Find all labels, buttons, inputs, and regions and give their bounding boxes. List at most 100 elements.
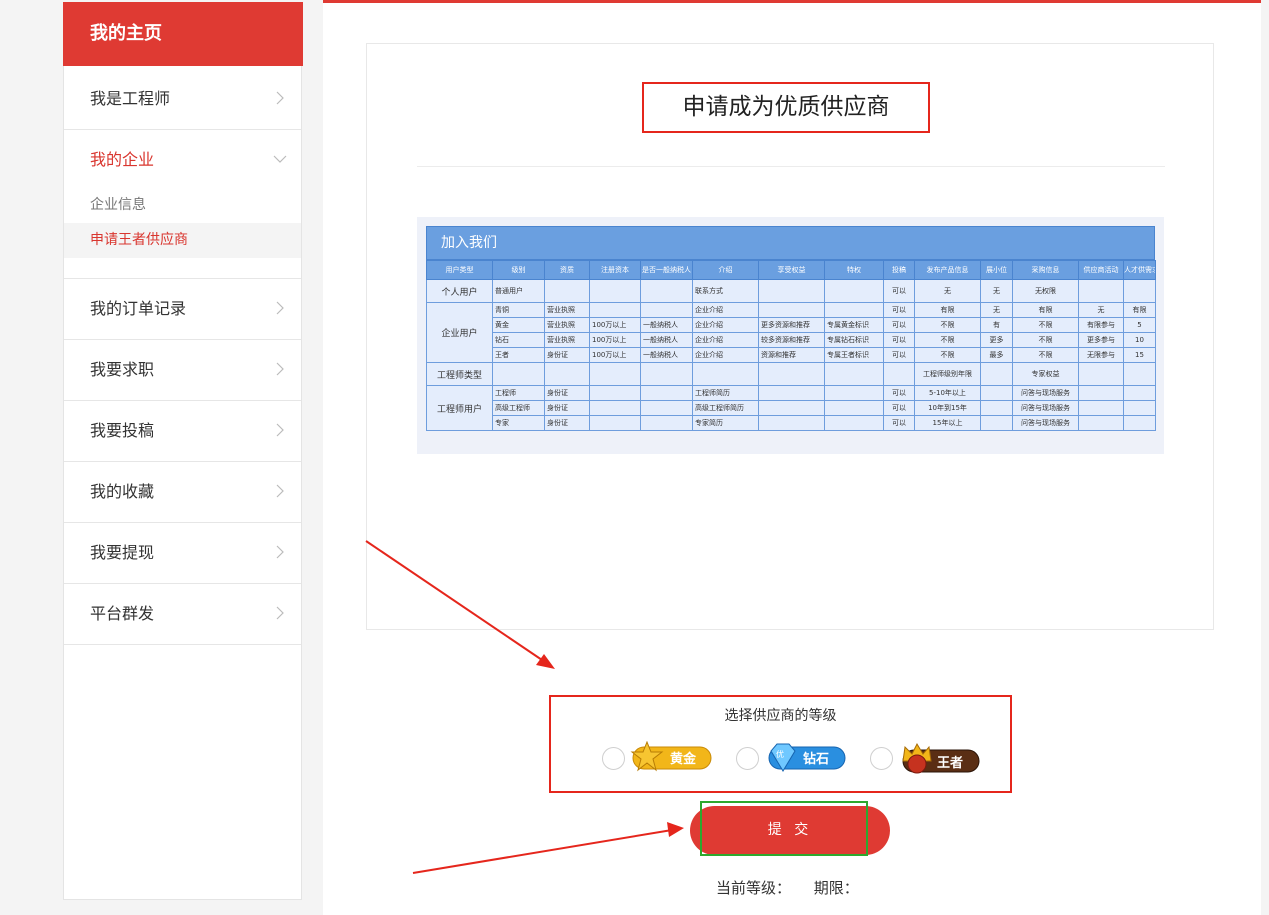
- table-cell: [640, 415, 693, 431]
- table-cell: [589, 400, 641, 416]
- sidebar-item-job-seek[interactable]: 我要求职: [64, 340, 301, 401]
- table-cell: 不限: [1012, 317, 1079, 333]
- level-gold-radio[interactable]: [602, 747, 625, 770]
- sidebar-item-label: 我要求职: [90, 360, 155, 379]
- table-cell: 专家: [492, 415, 545, 431]
- table-row: 钻石 营业执照 100万以上 一般纳税人 企业介绍 较多资源和推荐 专属钻石标识 可以 不限 更多…: [427, 332, 1156, 348]
- table-header-title: 加入我们: [426, 226, 1155, 260]
- table-cell: 5-10年以上: [914, 385, 981, 401]
- sidebar-item-engineer[interactable]: 我是工程师: [64, 69, 301, 130]
- join-us-table-image: 加入我们 用户类型 级别 资质 注册资本 是否一般纳税人 介绍 享受权益 特权 投稿 发布产品信息…: [417, 217, 1164, 454]
- gold-star-badge-icon[interactable]: 黄金: [629, 741, 713, 775]
- table-cell: [1078, 400, 1124, 416]
- table-col-header: 资质: [544, 260, 590, 280]
- table-cell: 有限: [914, 302, 981, 318]
- sidebar-subitem-company-info[interactable]: 企业信息: [64, 188, 301, 223]
- table-cell: 有: [980, 317, 1013, 333]
- sidebar-subitem-apply-king-supplier[interactable]: 申请王者供应商: [64, 223, 301, 258]
- sidebar-nav: 我的主页 我是工程师 我的企业 企业信息 申请王者供应商 我的订单记录 我要求职…: [63, 2, 303, 900]
- table-cell: 普通用户: [492, 279, 545, 303]
- period-label: 期限：: [813, 879, 859, 897]
- table-col-header: 采购信息: [1012, 260, 1079, 280]
- table-cell: 企业介绍: [692, 332, 759, 348]
- crown-badge-icon[interactable]: 王者: [897, 741, 981, 775]
- table-cell: 可以: [883, 279, 915, 303]
- level-selection-title: 选择供应商的等级: [724, 708, 837, 724]
- diamond-badge-icon[interactable]: 优 钻石: [763, 741, 847, 775]
- table-cell: [1123, 362, 1156, 386]
- table-cell: 最多: [980, 347, 1013, 363]
- title-divider: [417, 166, 1165, 167]
- table-cell: [758, 362, 825, 386]
- table-cell: 联系方式: [692, 279, 759, 303]
- table-cell: [758, 279, 825, 303]
- table-cell: 工程师简历: [692, 385, 759, 401]
- table-cell: [692, 362, 759, 386]
- table-cell: [824, 279, 884, 303]
- sidebar-item-withdraw[interactable]: 我要提现: [64, 523, 301, 584]
- table-cell: 黄金: [492, 317, 545, 333]
- table-cell: 身份证: [544, 385, 590, 401]
- table-cell: 更多: [980, 332, 1013, 348]
- table-row: 企业用户 青铜 营业执照 企业介绍 可以 有限无有限无有限: [426, 302, 1156, 363]
- table-row: 个人用户 普通用户 联系方式 可以无无无权限: [426, 279, 1156, 303]
- table-cell: [589, 385, 641, 401]
- table-cell: 无: [980, 279, 1013, 303]
- table-cell: [589, 362, 641, 386]
- table-cell: [883, 362, 915, 386]
- chevron-right-icon: [276, 545, 284, 559]
- sidebar-item-mass-message[interactable]: 平台群发: [64, 584, 301, 645]
- badge-label: 王者: [937, 755, 963, 771]
- table-cell: 有限: [1123, 302, 1156, 318]
- table-cell: [1123, 385, 1156, 401]
- table-cell: 无限参与: [1078, 347, 1124, 363]
- table-cell: 高级工程师简历: [692, 400, 759, 416]
- table-col-header: 享受权益: [758, 260, 825, 280]
- intro-panel: 申请成为优质供应商 加入我们 用户类型 级别 资质 注册资本 是否一般纳税人 介绍 享受权益…: [366, 43, 1214, 630]
- table-cell: 10: [1123, 332, 1156, 348]
- table-col-header: 供应商活动: [1078, 260, 1124, 280]
- sidebar-item-orders[interactable]: 我的订单记录: [64, 279, 301, 340]
- level-diamond-radio[interactable]: [736, 747, 759, 770]
- table-row: 专家 身份证 专家简历 可以 15年以上 问答与现场服务: [427, 415, 1156, 431]
- level-king-radio[interactable]: [870, 747, 893, 770]
- table-cell: 可以: [883, 347, 915, 363]
- sidebar-item-label: 我的收藏: [90, 482, 155, 501]
- table-cell: [980, 400, 1013, 416]
- table-cell: 专属黄金标识: [824, 317, 884, 333]
- table-cell: 100万以上: [589, 332, 641, 348]
- sidebar-item-submit-article[interactable]: 我要投稿: [64, 401, 301, 462]
- table-cell: [640, 385, 693, 401]
- table-cell: [1078, 415, 1124, 431]
- table-row: 工程师类型 工程师级别年限 专家权益: [426, 362, 1156, 386]
- table-cell: 可以: [883, 415, 915, 431]
- table-cell: [589, 302, 641, 318]
- table-cell: [824, 362, 884, 386]
- table-cell: [980, 415, 1013, 431]
- table-cell: [758, 385, 825, 401]
- table-col-header: 介绍: [692, 260, 759, 280]
- page-title: 申请成为优质供应商: [642, 82, 930, 133]
- table-cell: 一般纳税人: [640, 317, 693, 333]
- current-level-status: 当前等级： 期限：: [716, 877, 877, 898]
- table-cell: 企业介绍: [692, 302, 759, 318]
- table-cell: 营业执照: [544, 332, 590, 348]
- table-row: 王者 身份证 100万以上 一般纳税人 企业介绍 资源和推荐 专属王者标识 可以 不限 最多 不限无…: [427, 347, 1156, 363]
- table-cell: 企业介绍: [692, 347, 759, 363]
- sidebar-item-favorites[interactable]: 我的收藏: [64, 462, 301, 523]
- table-cell: [492, 362, 545, 386]
- table-cell: [1123, 400, 1156, 416]
- table-cell: 工程师: [492, 385, 545, 401]
- table-col-header: 人才供需求: [1123, 260, 1156, 280]
- table-cell: 不限: [1012, 332, 1079, 348]
- sidebar-header[interactable]: 我的主页: [63, 2, 303, 66]
- table-cell: 可以: [883, 302, 915, 318]
- table-cell: 无权限: [1012, 279, 1079, 303]
- chevron-right-icon: [276, 301, 284, 315]
- table-cell: 营业执照: [544, 302, 590, 318]
- submit-button[interactable]: 提 交: [690, 806, 890, 855]
- table-row: 工程师用户 工程师 身份证 工程师简历 可以 5-10年以上 问答与现场服务: [426, 385, 1156, 431]
- table-cell: 无: [914, 279, 981, 303]
- sidebar-item-my-company[interactable]: 我的企业: [64, 130, 301, 191]
- table-cell: 专属钻石标识: [824, 332, 884, 348]
